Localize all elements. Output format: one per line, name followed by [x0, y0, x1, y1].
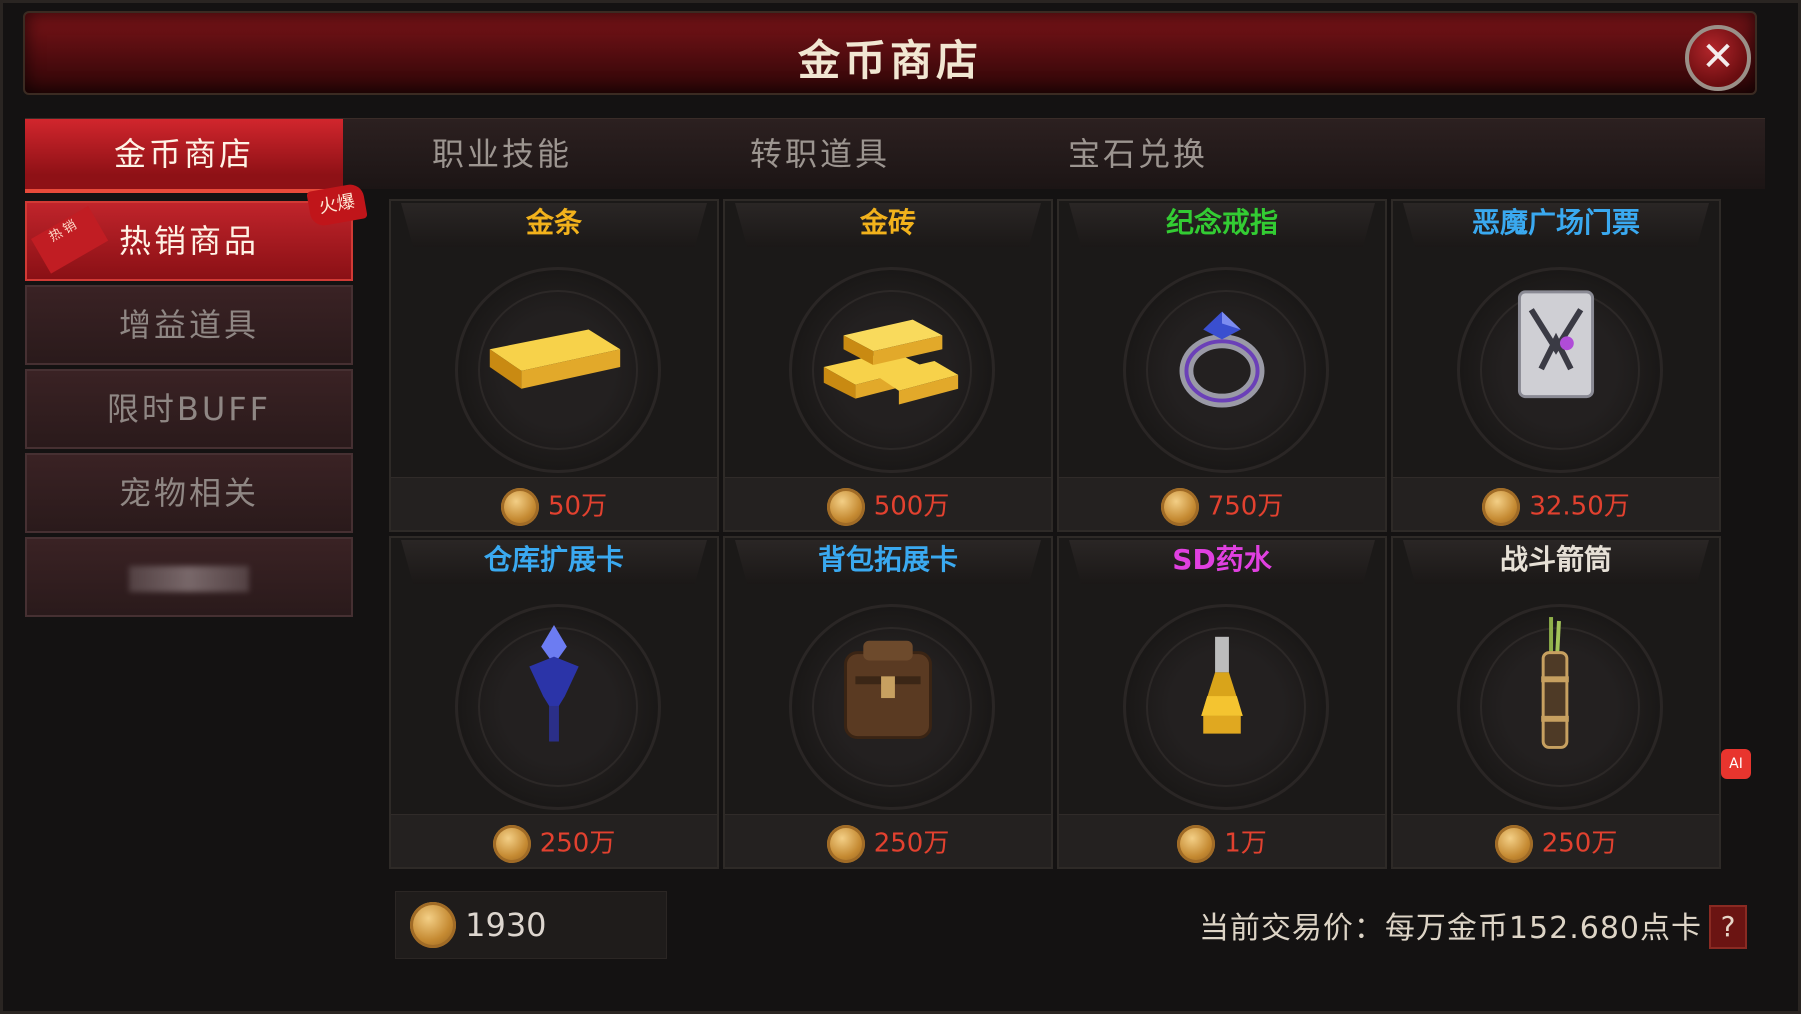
hot-sale-corner-badge: 热销 [31, 206, 109, 274]
exchange-rate: 当前交易价：每万金币152.680点卡 [1198, 911, 1702, 946]
close-icon: ✕ [1701, 34, 1735, 80]
item-price: 500万 [873, 491, 950, 522]
item-price: 50万 [548, 491, 608, 522]
sidebar-item-blurred[interactable] [25, 537, 353, 617]
gold-coin-icon [492, 824, 531, 863]
sidebar-item-hot-sale[interactable]: 热销商品 热销 火爆 [25, 182, 368, 281]
gold-coin-icon [1482, 487, 1521, 526]
sidebar-item-label: 宠物相关 [118, 474, 259, 512]
gold-coin-icon [826, 824, 865, 863]
shop-window: 金币商店 ✕ 金币商店 职业技能 转职道具 宝石兑换 热销商品 热销 火爆 增益… [0, 0, 1801, 1014]
item-grid: 金条 50万 金砖 500万 纪念戒指 750万 恶魔广场门票 32.50万 仓… [389, 199, 1725, 875]
price-bar: 250万 [391, 814, 717, 867]
tab-gold-shop[interactable]: 金币商店 [25, 119, 343, 193]
price-bar: 750万 [1059, 477, 1385, 530]
close-button[interactable]: ✕ [1685, 25, 1751, 91]
window-title: 金币商店 [797, 36, 982, 85]
item-card[interactable]: 恶魔广场门票 32.50万 [1391, 199, 1721, 532]
sidebar-item-limited-buff[interactable]: 限时BUFF [25, 369, 353, 449]
blurred-label [129, 566, 249, 592]
help-button[interactable]: ? [1709, 905, 1747, 949]
sidebar-item-boost-items[interactable]: 增益道具 [25, 285, 353, 365]
gold-coin-icon [826, 487, 865, 526]
sidebar-item-label: 增益道具 [118, 306, 259, 344]
gold-coin-icon [1160, 487, 1199, 526]
item-price: 1万 [1224, 828, 1267, 859]
question-icon: ? [1720, 910, 1736, 943]
item-card[interactable]: 金条 50万 [389, 199, 719, 532]
title-bar: 金币商店 ✕ [23, 11, 1757, 95]
price-bar: 32.50万 [1393, 477, 1719, 530]
item-card[interactable]: 仓库扩展卡 250万 [389, 536, 719, 869]
tab-gem-exchange[interactable]: 宝石兑换 [979, 119, 1297, 189]
price-bar: 250万 [725, 814, 1051, 867]
tab-class-items[interactable]: 转职道具 [661, 119, 979, 189]
gold-coin-icon [410, 902, 456, 948]
item-price: 32.50万 [1529, 491, 1630, 522]
gold-coin-icon [1177, 824, 1216, 863]
gold-coin-icon [500, 487, 539, 526]
item-card[interactable]: 纪念戒指 750万 [1057, 199, 1387, 532]
sidebar-item-pet[interactable]: 宠物相关 [25, 453, 353, 533]
sidebar-item-label: 热销商品 [118, 222, 259, 260]
item-card[interactable]: 金砖 500万 [723, 199, 1053, 532]
item-card[interactable]: 战斗箭筒 250万 [1391, 536, 1721, 869]
tab-class-skills[interactable]: 职业技能 [343, 119, 661, 189]
tab-bar: 金币商店 职业技能 转职道具 宝石兑换 [25, 118, 1765, 193]
item-price: 750万 [1207, 491, 1284, 522]
item-price: 250万 [1541, 828, 1618, 859]
price-bar: 1万 [1059, 814, 1385, 867]
item-card[interactable]: 背包拓展卡 250万 [723, 536, 1053, 869]
item-price: 250万 [539, 828, 616, 859]
gold-coin-icon [1494, 824, 1533, 863]
item-card[interactable]: SD药水 1万 [1057, 536, 1387, 869]
ai-icon[interactable]: AI [1721, 749, 1751, 779]
gold-balance: 1930 [395, 891, 667, 959]
price-bar: 250万 [1393, 814, 1719, 867]
price-bar: 50万 [391, 477, 717, 530]
balance-value: 1930 [465, 906, 547, 944]
price-bar: 500万 [725, 477, 1051, 530]
sidebar-item-label: 限时BUFF [106, 390, 272, 428]
item-price: 250万 [873, 828, 950, 859]
